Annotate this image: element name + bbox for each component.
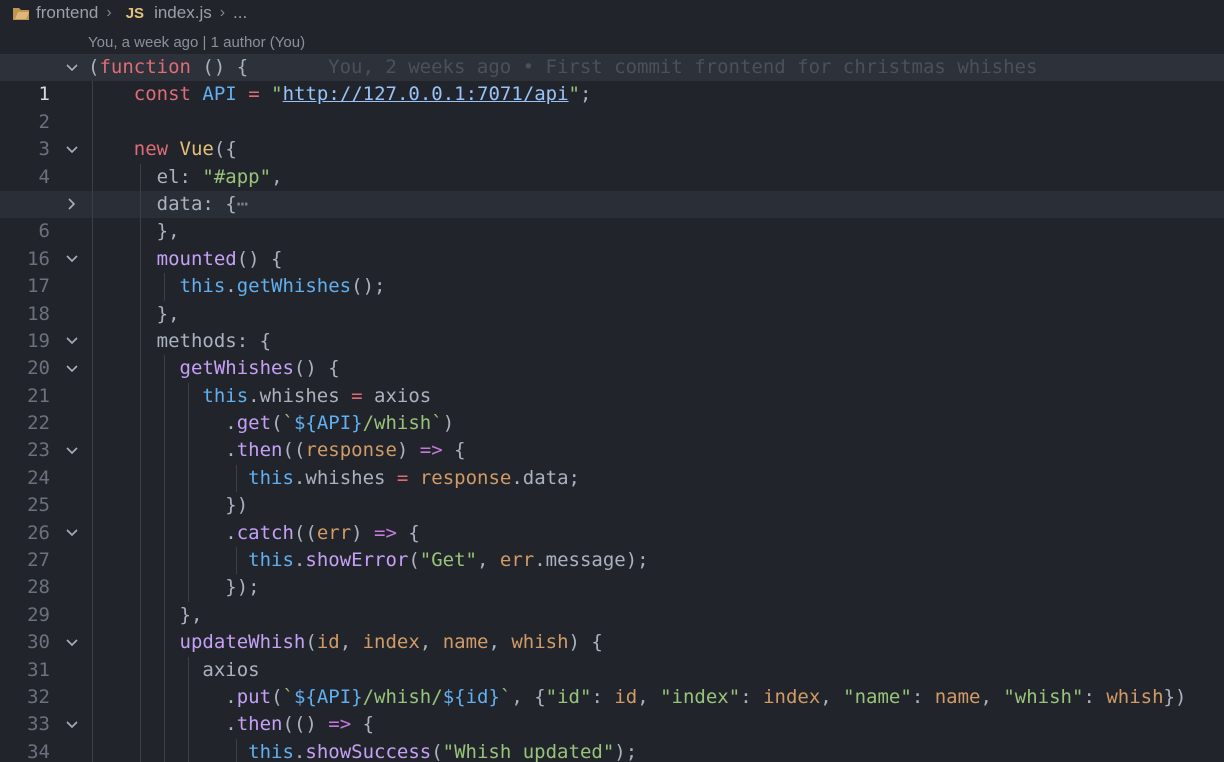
code-line[interactable]: 34 .then(() => {: [0, 711, 1224, 762]
code-text: this.whishes = axios: [202, 384, 432, 407]
breadcrumb-more[interactable]: ...: [233, 3, 247, 23]
code-text: },: [179, 603, 203, 626]
code-text: }): [225, 494, 249, 517]
code-line[interactable]: 6 data: {⋯: [0, 190, 1224, 242]
code-line[interactable]: 30 },: [0, 601, 1224, 653]
app-selector-string: "#app": [202, 165, 272, 188]
code-text: },: [156, 220, 180, 243]
get-string: "Get": [419, 549, 477, 572]
code-text: el: "#app",: [156, 165, 283, 188]
fold-chevron-down-icon[interactable]: [62, 437, 82, 464]
codelens-blame[interactable]: You, a week ago | 1 author (You): [88, 31, 305, 53]
code-text: (function () {You, 2 weeks ago • First c…: [88, 56, 1038, 78]
code-line[interactable]: 35 this.showSuccess("Whish updated");: [0, 738, 1224, 762]
code-text: },: [156, 302, 180, 325]
fold-chevron-down-icon[interactable]: [62, 355, 82, 382]
code-text: getWhishes() {: [179, 357, 340, 380]
chevron-right-icon: ›: [106, 4, 112, 21]
code-line[interactable]: 29 });: [0, 574, 1224, 626]
code-line[interactable]: 4 new Vue({: [0, 136, 1224, 188]
fold-chevron-down-icon[interactable]: [62, 246, 82, 273]
fold-chevron-down-icon[interactable]: [62, 136, 82, 163]
chevron-right-icon: ›: [219, 4, 226, 21]
fold-chevron-right-icon[interactable]: [62, 191, 82, 218]
code-text: mounted() {: [156, 247, 283, 270]
indent-guide: [92, 108, 93, 137]
fold-chevron-down-icon[interactable]: [62, 54, 82, 81]
folded-ellipsis[interactable]: ⋯: [237, 193, 248, 215]
code-line[interactable]: 20 methods: {: [0, 327, 1224, 379]
code-text: methods: {: [156, 329, 272, 352]
breadcrumb-folder[interactable]: frontend: [36, 3, 98, 23]
code-text: updateWhish(id, index, name, whish) {: [179, 631, 603, 654]
code-text: data: {⋯: [156, 192, 249, 215]
code-line[interactable]: 18 this.getWhishes();: [0, 273, 1224, 325]
code-line[interactable]: 32 axios: [0, 656, 1224, 708]
code-text: this.showSuccess("Whish updated");: [248, 740, 638, 762]
code-line[interactable]: 24 .then((response) => {: [0, 437, 1224, 489]
js-file-icon: JS: [125, 4, 145, 22]
code-text: this.showError("Get", err.message);: [248, 549, 649, 572]
code-line[interactable]: 19 },: [0, 300, 1224, 352]
code-line[interactable]: 2 const API = "http://127.0.0.1:7071/api…: [0, 81, 1224, 133]
api-url-link[interactable]: http://127.0.0.1:7071/api: [283, 83, 569, 105]
code-line[interactable]: 27 .catch((err) => {: [0, 519, 1224, 571]
code-line[interactable]: 16 },: [0, 218, 1224, 270]
code-text: this.whishes = response.data;: [248, 466, 580, 489]
breadcrumb-file[interactable]: index.js: [154, 3, 212, 23]
whish-updated-string: "Whish updated": [442, 740, 615, 762]
codelens-text[interactable]: You, a week ago | 1 author (You): [88, 34, 305, 51]
code-line[interactable]: 31 updateWhish(id, index, name, whish) {: [0, 629, 1224, 681]
code-line[interactable]: 25 this.whishes = response.data;: [0, 464, 1224, 516]
code-line[interactable]: 1 (function () {You, 2 weeks ago • First…: [0, 54, 1224, 105]
code-line[interactable]: 28 this.showError("Get", err.message);: [0, 547, 1224, 598]
code-line[interactable]: 26 }): [0, 492, 1224, 544]
code-line[interactable]: 5 el: "#app",: [0, 163, 1224, 215]
code-line[interactable]: 22 this.whishes = axios: [0, 382, 1224, 434]
code-text: this.getWhishes();: [179, 275, 386, 298]
code-text: .catch((err) => {: [225, 521, 420, 544]
code-line[interactable]: 17 mounted() {: [0, 245, 1224, 297]
code-text: .then(() => {: [225, 713, 375, 736]
code-line[interactable]: 3: [0, 108, 1224, 160]
code-text: .put(`${API}/whish/${id}`, {"id": id, "i…: [225, 685, 1187, 708]
code-editor[interactable]: 1 (function () {You, 2 weeks ago • First…: [0, 54, 1224, 762]
code-line[interactable]: 21 getWhishes() {: [0, 355, 1224, 407]
folder-icon: [12, 5, 30, 21]
code-text: });: [225, 576, 260, 599]
code-line[interactable]: 23 .get(`${API}/whish`): [0, 410, 1224, 461]
code-line[interactable]: 33 .put(`${API}/whish/${id}`, {"id": id,…: [0, 683, 1224, 735]
fold-chevron-down-icon[interactable]: [62, 629, 82, 656]
code-text: axios: [202, 658, 260, 681]
inline-blame: You, 2 weeks ago • First commit frontend…: [328, 56, 1038, 78]
fold-chevron-down-icon[interactable]: [62, 711, 82, 738]
code-text: .get(`${API}/whish`): [225, 412, 455, 435]
code-text: new Vue({: [133, 138, 237, 161]
code-text: const API = "http://127.0.0.1:7071/api";: [133, 83, 592, 106]
fold-chevron-down-icon[interactable]: [62, 520, 82, 547]
breadcrumb: frontend › JS index.js › ...: [12, 0, 247, 26]
fold-chevron-down-icon[interactable]: [62, 328, 82, 355]
code-text: .then((response) => {: [225, 439, 466, 462]
